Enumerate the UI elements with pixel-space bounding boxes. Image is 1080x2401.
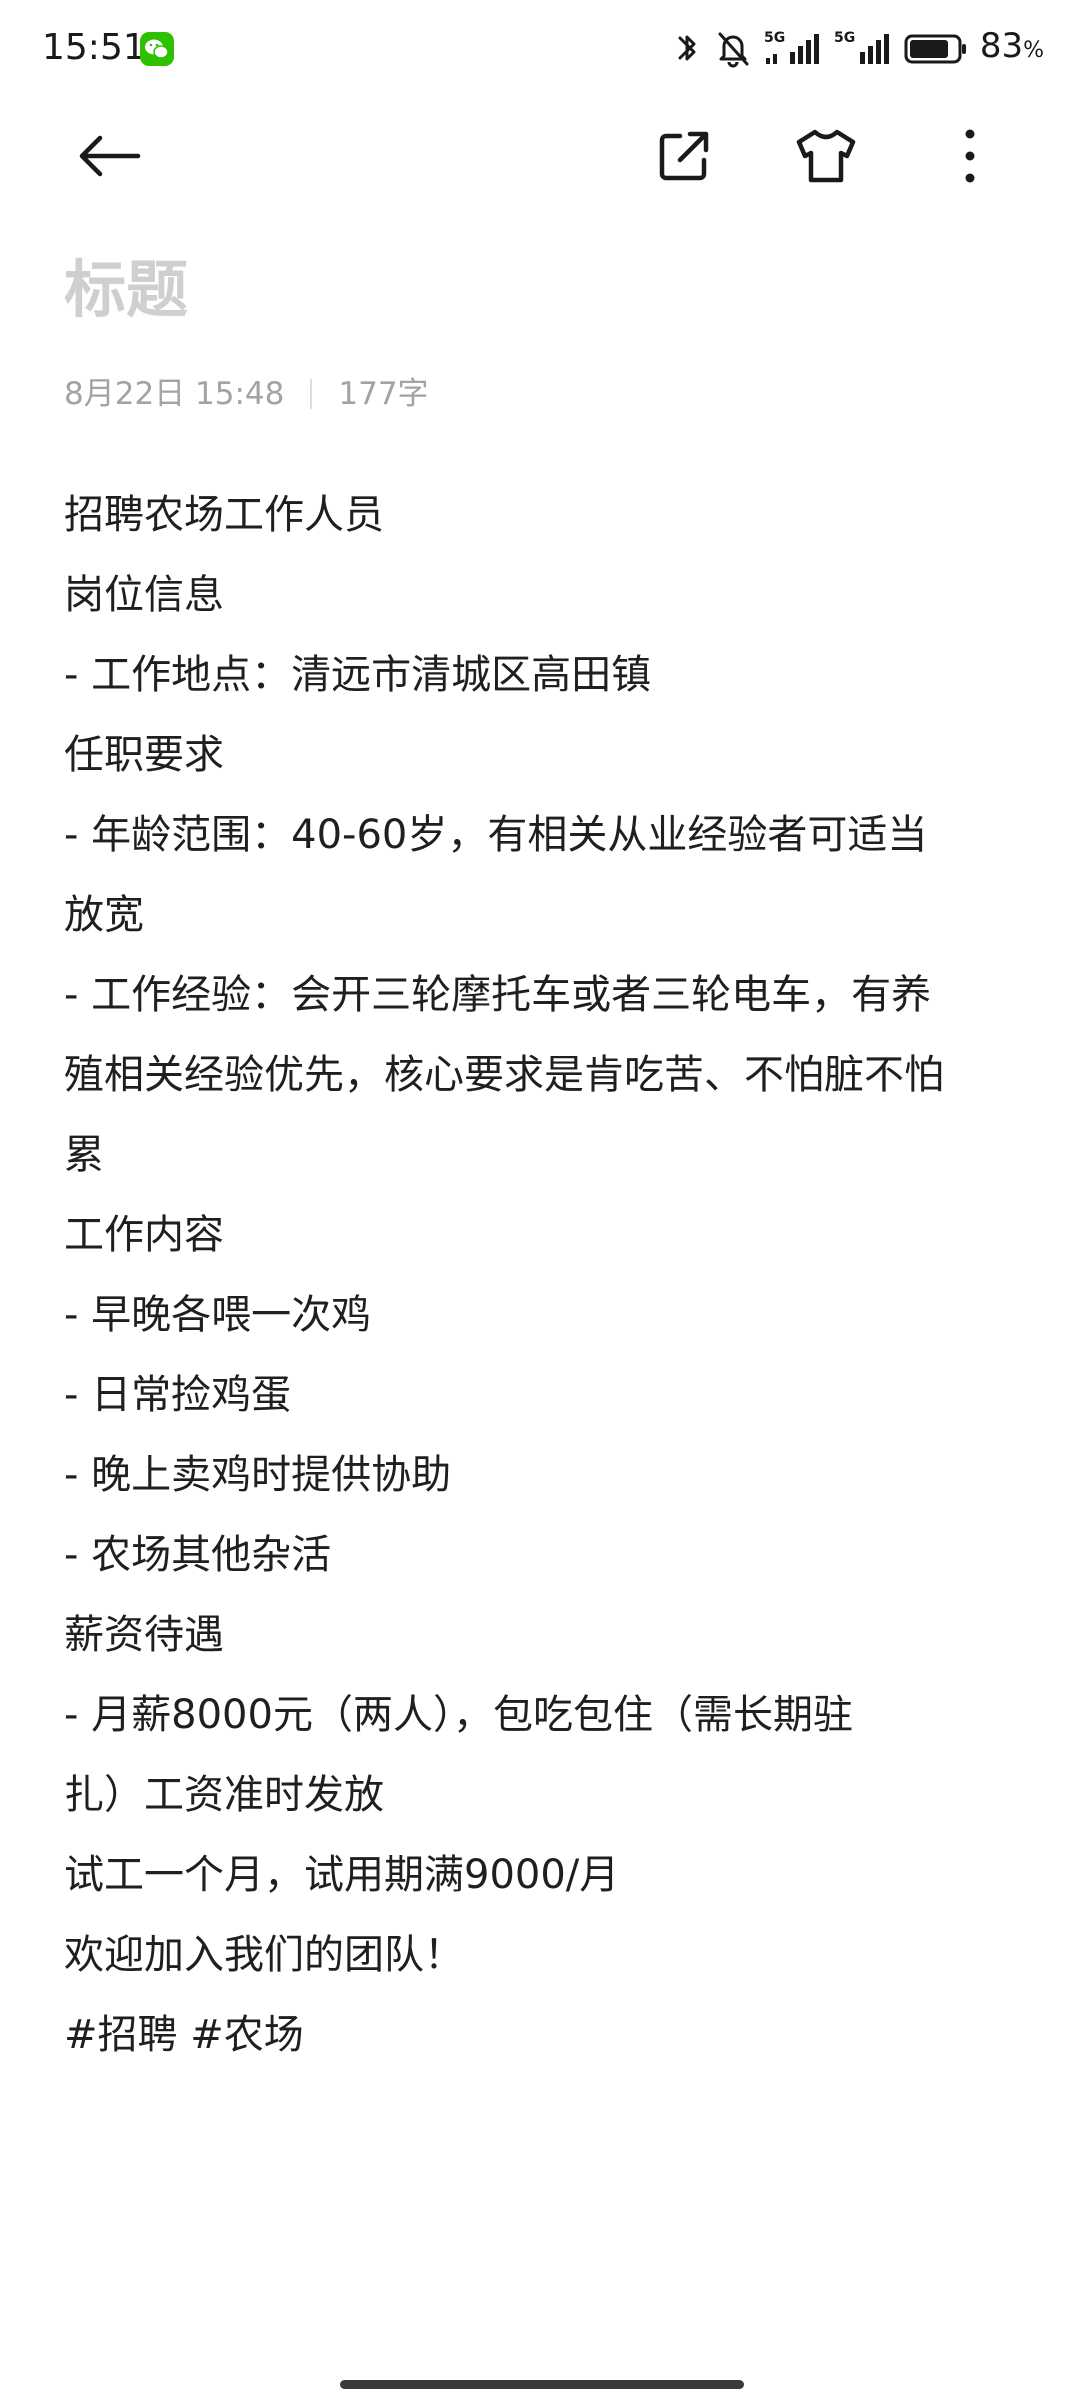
note-line: - 日常捡鸡蛋 — [64, 1372, 292, 1418]
note-word-count: 177字 — [338, 376, 429, 412]
battery-icon — [904, 28, 968, 68]
note-line: 招聘农场工作人员 — [64, 492, 384, 538]
svg-text:5G: 5G — [834, 30, 855, 46]
note-line: 工作内容 — [64, 1212, 224, 1258]
note-title-input[interactable]: 标题 — [64, 248, 188, 332]
theme-button[interactable] — [776, 106, 876, 206]
share-icon — [659, 131, 709, 181]
note-line: - 早晚各喂一次鸡 — [64, 1292, 372, 1338]
wechat-icon — [140, 32, 174, 66]
note-line: 殖相关经验优先，核心要求是肯吃苦、不怕脏不怕 — [64, 1052, 944, 1098]
back-button[interactable] — [60, 106, 160, 206]
share-button[interactable] — [634, 106, 734, 206]
notes-app-screen: 15:51 5G 5G 83% 标题 8月22日 15:48 177字 招聘农场… — [0, 0, 1080, 2401]
note-line: 欢迎加入我们的团队！ — [64, 1932, 464, 1978]
home-indicator[interactable] — [340, 2380, 744, 2389]
note-meta: 8月22日 15:48 177字 — [64, 372, 429, 416]
more-vertical-icon — [965, 129, 975, 183]
note-line: 任职要求 — [64, 732, 224, 778]
note-line: - 工作地点：清远市清城区高田镇 — [64, 652, 652, 698]
tshirt-icon — [796, 129, 856, 183]
note-line: - 晚上卖鸡时提供协助 — [64, 1452, 452, 1498]
status-time: 15:51 — [42, 27, 146, 68]
battery-percent: 83% — [980, 22, 1044, 75]
status-indicators: 5G 5G 83% — [672, 24, 1044, 72]
status-bar: 15:51 5G 5G 83% — [0, 0, 1080, 96]
battery-value: 83 — [979, 25, 1024, 66]
bell-muted-icon — [714, 28, 752, 68]
battery-unit: % — [1023, 37, 1044, 63]
signal-5g-icon: 5G — [764, 28, 822, 68]
note-toolbar — [0, 106, 1080, 206]
note-line: 试工一个月，试用期满9000/月 — [64, 1852, 620, 1898]
note-line: - 农场其他杂活 — [64, 1532, 332, 1578]
note-line: - 月薪8000元（两人），包吃包住（需长期驻 — [64, 1692, 853, 1738]
note-line: - 工作经验：会开三轮摩托车或者三轮电车，有养 — [64, 972, 932, 1018]
note-line: #招聘 #农场 — [64, 2012, 304, 2058]
bluetooth-icon — [672, 28, 702, 68]
arrow-left-icon — [79, 135, 141, 177]
note-line: 岗位信息 — [64, 572, 224, 618]
more-options-button[interactable] — [920, 106, 1020, 206]
svg-text:5G: 5G — [764, 30, 785, 46]
signal-5g-icon-secondary: 5G — [834, 28, 892, 68]
note-date: 8月22日 15:48 — [64, 376, 285, 412]
note-line: 薪资待遇 — [64, 1612, 224, 1658]
note-line: 放宽 — [64, 892, 144, 938]
meta-divider — [310, 379, 313, 409]
note-line: 累 — [64, 1132, 104, 1178]
note-line: 扎）工资准时发放 — [64, 1772, 384, 1818]
note-body-editor[interactable]: 招聘农场工作人员 岗位信息 - 工作地点：清远市清城区高田镇 任职要求 - 年龄… — [64, 475, 1024, 2075]
note-line: - 年龄范围：40-60岁，有相关从业经验者可适当 — [64, 812, 928, 858]
